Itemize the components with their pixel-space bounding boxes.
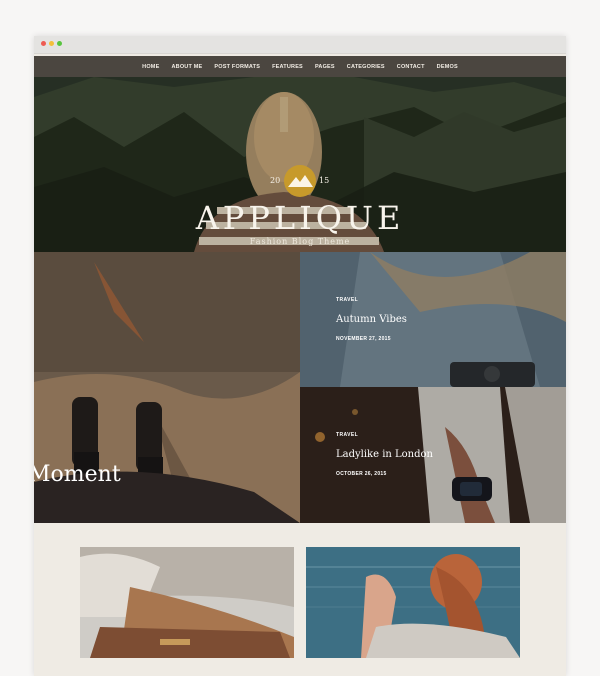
post-card-ladylike-in-london[interactable]: TRAVEL Ladylike in London OCTOBER 26, 20… — [300, 387, 566, 523]
featured-post-title[interactable]: Moment — [34, 462, 121, 487]
minimize-window-button[interactable] — [49, 41, 54, 46]
browser-chrome — [34, 36, 566, 54]
site-tagline: Fashion Blog Theme — [249, 237, 351, 246]
nav-item-pages[interactable]: PAGES — [315, 64, 335, 70]
post-photo-knit-bag — [80, 547, 294, 658]
nav-item-post-formats[interactable]: POST FORMATS — [214, 64, 260, 70]
close-window-button[interactable] — [41, 41, 46, 46]
maximize-window-button[interactable] — [57, 41, 62, 46]
post1-category[interactable]: TRAVEL — [336, 297, 358, 303]
nav-item-categories[interactable]: CATEGORIES — [347, 64, 385, 70]
nav-item-home[interactable]: HOME — [142, 64, 159, 70]
main-navigation: HOME ABOUT ME POST FORMATS FEATURES PAGE… — [34, 56, 566, 77]
post-photo-sea-girl — [306, 547, 520, 658]
logo-year-left: 20 — [270, 176, 281, 185]
nav-item-features[interactable]: FEATURES — [272, 64, 303, 70]
post2-category[interactable]: TRAVEL — [336, 432, 358, 438]
post2-date: OCTOBER 26, 2015 — [336, 471, 387, 477]
post-card-bottom-right[interactable] — [306, 547, 520, 658]
post1-date: NOVEMBER 27, 2015 — [336, 336, 391, 342]
site-title[interactable]: APPLIQUE — [34, 199, 566, 237]
post-card-bottom-left[interactable] — [80, 547, 294, 658]
browser-window: HOME ABOUT ME POST FORMATS FEATURES PAGE… — [34, 36, 566, 676]
nav-item-about-me[interactable]: ABOUT ME — [171, 64, 202, 70]
post2-title[interactable]: Ladylike in London — [336, 449, 433, 460]
nav-item-contact[interactable]: CONTACT — [397, 64, 425, 70]
nav-item-demos[interactable]: DEMOS — [437, 64, 458, 70]
logo-year-right: 15 — [319, 176, 330, 185]
post1-title[interactable]: Autumn Vibes — [336, 314, 407, 325]
featured-post-card[interactable]: Moment — [34, 252, 300, 523]
hero-header: 20 15 APPLIQUE Fashion Blog Theme — [34, 77, 566, 252]
post-card-autumn-vibes[interactable]: TRAVEL Autumn Vibes NOVEMBER 27, 2015 — [300, 252, 566, 387]
mountain-logo-icon — [284, 165, 316, 197]
